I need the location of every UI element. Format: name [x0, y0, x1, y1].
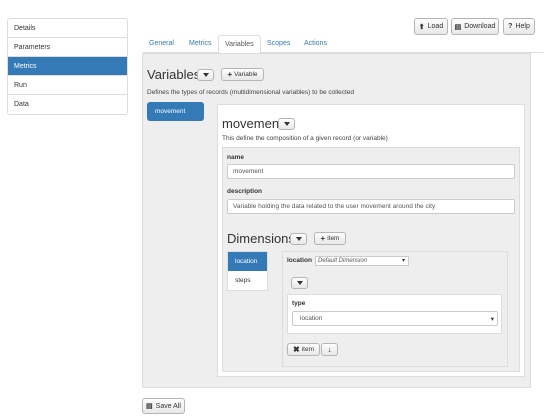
tab-bar: General Metrics Variables Scopes Actions	[143, 35, 544, 54]
tab-scopes[interactable]: Scopes	[267, 35, 290, 53]
plus-icon: +	[320, 234, 326, 243]
dimension-item-location[interactable]: location	[228, 252, 267, 271]
variable-description: This define the composition of a given r…	[222, 135, 388, 142]
type-label: type	[292, 300, 306, 307]
variables-description: Defines the types of records (multidimen…	[147, 89, 355, 96]
remove-dimension-button[interactable]: ✖ item	[287, 343, 320, 356]
sidebar-item-details[interactable]: Details	[8, 19, 127, 38]
dimension-item-steps[interactable]: steps	[228, 271, 267, 290]
load-button[interactable]: ⬆ Load	[414, 18, 448, 35]
location-label: location	[287, 257, 312, 264]
save-all-button[interactable]: ▤ Save All	[142, 398, 185, 414]
sidebar-nav: Details Parameters Metrics Run Data	[7, 18, 128, 115]
name-field[interactable]: movement	[227, 164, 515, 179]
save-icon: ▤	[146, 403, 153, 410]
remove-dimension-label: item	[301, 346, 314, 353]
sidebar-item-metrics[interactable]: Metrics	[8, 57, 127, 76]
tab-metrics[interactable]: Metrics	[189, 35, 212, 53]
dimension-dropdown-button[interactable]	[291, 277, 308, 289]
add-variable-label: Variable	[234, 71, 258, 78]
variable-title: movement	[222, 116, 283, 131]
file-icon: ▤	[454, 23, 462, 31]
question-icon: ?	[508, 23, 513, 30]
dimensions-dropdown-button[interactable]	[290, 233, 307, 245]
dimension-list: location steps	[227, 251, 268, 291]
description-label: description	[227, 188, 263, 195]
variable-item-label: movement	[155, 108, 186, 115]
tab-general[interactable]: General	[149, 35, 174, 53]
variable-item-movement[interactable]: movement	[147, 102, 204, 121]
dimension-type-select[interactable]: Default Dimension	[315, 256, 409, 266]
description-field[interactable]: Variable holding the data related to the…	[227, 199, 515, 214]
close-icon: ✖	[293, 345, 300, 354]
help-button[interactable]: ? Help	[503, 18, 535, 35]
variable-dropdown-button[interactable]	[278, 118, 295, 130]
variables-dropdown-button[interactable]	[197, 69, 214, 81]
dimensions-title: Dimensions	[227, 231, 295, 246]
load-label: Load	[427, 23, 444, 30]
arrow-down-icon: ↓	[327, 345, 332, 354]
tab-variables[interactable]: Variables	[218, 35, 261, 54]
download-label: Download	[464, 23, 496, 30]
plus-icon: +	[227, 70, 233, 79]
add-variable-button[interactable]: + Variable	[221, 68, 264, 81]
move-down-button[interactable]: ↓	[321, 343, 338, 356]
type-select[interactable]: location	[292, 311, 498, 326]
add-dimension-button[interactable]: + item	[314, 232, 346, 245]
add-dimension-label: item	[327, 235, 340, 242]
help-label: Help	[515, 23, 530, 30]
tab-actions[interactable]: Actions	[304, 35, 327, 53]
save-all-label: Save All	[155, 402, 181, 410]
download-button[interactable]: ▤ Download	[451, 18, 499, 35]
upload-icon: ⬆	[418, 23, 425, 31]
variables-title: Variables	[147, 67, 201, 82]
name-label: name	[227, 154, 244, 161]
sidebar-item-data[interactable]: Data	[8, 95, 127, 114]
sidebar-item-parameters[interactable]: Parameters	[8, 38, 127, 57]
sidebar-item-run[interactable]: Run	[8, 76, 127, 95]
